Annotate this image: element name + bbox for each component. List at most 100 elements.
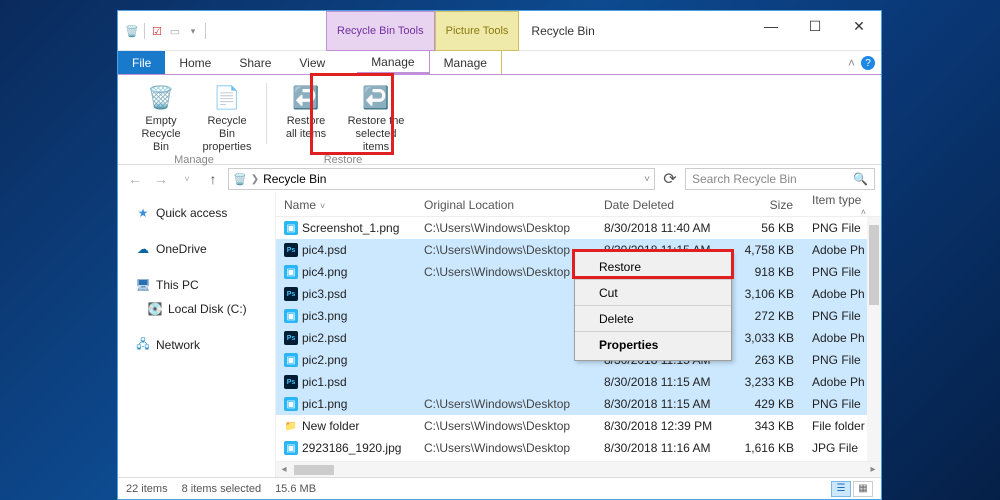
view-details-button[interactable]: ☰ — [831, 481, 851, 497]
ritem-label: Recycle Bin — [132, 128, 190, 154]
tab-file[interactable]: File — [118, 51, 165, 74]
breadcrumb-location[interactable]: Recycle Bin — [263, 172, 326, 186]
address-field[interactable]: 🗑️ ❯ Recycle Bin ˅ — [228, 168, 655, 190]
col-name[interactable]: Name˅ — [276, 198, 416, 212]
sidebar-onedrive[interactable]: ☁ OneDrive — [118, 237, 275, 261]
horizontal-scrollbar[interactable]: ◂ ▸ — [276, 461, 881, 477]
col-original-location[interactable]: Original Location — [416, 198, 596, 212]
sidebar-local-disk[interactable]: 💽 Local Disk (C:) — [118, 297, 275, 321]
minimize-button[interactable]: — — [749, 11, 793, 41]
tutorial-callout-ribbon — [310, 73, 394, 155]
up-button[interactable]: ↑ — [202, 168, 224, 190]
vertical-scrollbar[interactable] — [867, 217, 881, 461]
file-original-location: C:\Users\Windows\Desktop — [416, 265, 596, 279]
ctx-delete[interactable]: Delete — [575, 306, 731, 332]
file-type: PNG File — [804, 265, 867, 279]
disk-icon: 💽 — [148, 302, 162, 316]
file-type: PNG File — [804, 353, 867, 367]
empty-bin-icon: 🗑️ — [145, 81, 177, 113]
file-name: pic4.psd — [302, 243, 347, 257]
tab-manage-picture[interactable]: Manage — [430, 51, 502, 74]
file-row[interactable]: ▣pic1.pngC:\Users\Windows\Desktop8/30/20… — [276, 393, 881, 415]
file-original-location: C:\Users\Windows\Desktop — [416, 419, 596, 433]
file-size: 4,758 KB — [732, 243, 804, 257]
refresh-button[interactable]: ⟳ — [659, 169, 681, 189]
sidebar-item-label: This PC — [156, 278, 199, 292]
new-folder-icon[interactable]: ▭ — [167, 23, 183, 39]
forward-button[interactable]: → — [150, 168, 172, 190]
properties-icon[interactable]: ☑ — [149, 23, 165, 39]
col-item-type[interactable]: Item type˄ — [804, 193, 867, 217]
sidebar-network[interactable]: 🖧 Network — [118, 333, 275, 357]
file-size: 918 KB — [732, 265, 804, 279]
sort-indicator-icon: ˅ — [320, 201, 325, 211]
ctx-properties[interactable]: Properties — [575, 332, 731, 358]
file-date-deleted: 8/30/2018 11:40 AM — [596, 221, 732, 235]
explorer-body: ★ Quick access ☁ OneDrive 🖥 This PC 💽 Lo… — [118, 193, 881, 477]
address-dropdown-icon[interactable]: ˅ — [644, 174, 650, 185]
file-type-icon: Ps — [284, 243, 298, 257]
ribbon: 🗑️ Empty Recycle Bin 📄 Recycle Bin prope… — [118, 75, 881, 165]
status-selection-size: 15.6 MB — [275, 483, 316, 495]
file-size: 343 KB — [732, 419, 804, 433]
file-row[interactable]: ▣Screenshot_1.pngC:\Users\Windows\Deskto… — [276, 217, 881, 239]
file-name: pic2.png — [302, 353, 347, 367]
file-original-location: C:\Users\Windows\Desktop — [416, 243, 596, 257]
titlebar: 🗑️ ☑ ▭ ▾ Recycle Bin Tools Picture Tools… — [118, 11, 881, 51]
file-original-location: C:\Users\Windows\Desktop — [416, 441, 596, 455]
file-size: 3,033 KB — [732, 331, 804, 345]
tab-share[interactable]: Share — [225, 51, 285, 74]
recycle-bin-properties-button[interactable]: 📄 Recycle Bin properties — [198, 79, 256, 154]
file-size: 3,233 KB — [732, 375, 804, 389]
picture-tools-tab[interactable]: Picture Tools — [435, 11, 520, 51]
close-button[interactable]: ✕ — [837, 11, 881, 41]
sidebar-this-pc[interactable]: 🖥 This PC — [118, 273, 275, 297]
file-type-icon: Ps — [284, 331, 298, 345]
file-size: 56 KB — [732, 221, 804, 235]
file-row[interactable]: 📁New folderC:\Users\Windows\Desktop8/30/… — [276, 415, 881, 437]
tab-manage-recyclebin[interactable]: Manage — [357, 51, 429, 74]
tab-view[interactable]: View — [285, 51, 339, 74]
search-placeholder: Search Recycle Bin — [692, 172, 797, 186]
navigation-sidebar: ★ Quick access ☁ OneDrive 🖥 This PC 💽 Lo… — [118, 193, 276, 477]
col-size[interactable]: Size — [732, 198, 804, 212]
ctx-cut[interactable]: Cut — [575, 280, 731, 306]
explorer-window: 🗑️ ☑ ▭ ▾ Recycle Bin Tools Picture Tools… — [117, 10, 882, 500]
hscroll-right[interactable]: ▸ — [865, 464, 881, 475]
hscroll-left[interactable]: ◂ — [276, 464, 292, 475]
properties-sheet-icon: 📄 — [211, 81, 243, 113]
column-headers: Name˅ Original Location Date Deleted Siz… — [276, 193, 881, 217]
status-item-count: 22 items — [126, 483, 168, 495]
file-type: Adobe Ph — [804, 287, 867, 301]
back-button[interactable]: ← — [124, 168, 146, 190]
sidebar-item-label: Quick access — [156, 206, 227, 220]
star-icon: ★ — [136, 206, 150, 220]
history-dropdown[interactable]: ˅ — [176, 168, 198, 190]
maximize-button[interactable]: ☐ — [793, 11, 837, 41]
col-date-deleted[interactable]: Date Deleted — [596, 198, 732, 212]
view-large-icons-button[interactable]: ▦ — [853, 481, 873, 497]
tab-home[interactable]: Home — [165, 51, 225, 74]
file-row[interactable]: ▣2923186_1920.jpgC:\Users\Windows\Deskto… — [276, 437, 881, 459]
file-original-location: C:\Users\Windows\Desktop — [416, 397, 596, 411]
sidebar-quick-access[interactable]: ★ Quick access — [118, 201, 275, 225]
help-icon[interactable]: ? — [861, 56, 875, 70]
search-box[interactable]: Search Recycle Bin 🔍 — [685, 168, 875, 190]
recycle-bin-tools-tab[interactable]: Recycle Bin Tools — [326, 11, 435, 51]
vscroll-thumb[interactable] — [869, 225, 879, 305]
sidebar-item-label: Local Disk (C:) — [168, 302, 247, 316]
sidebar-item-label: Network — [156, 338, 200, 352]
file-type-icon: ▣ — [284, 441, 298, 455]
file-type-icon: ▣ — [284, 265, 298, 279]
collapse-ribbon-icon[interactable]: ˄ — [848, 56, 855, 70]
empty-recycle-bin-button[interactable]: 🗑️ Empty Recycle Bin — [132, 79, 190, 154]
hscroll-thumb[interactable] — [294, 465, 334, 475]
file-date-deleted: 8/30/2018 11:16 AM — [596, 441, 732, 455]
qat-dropdown-icon[interactable]: ▾ — [185, 23, 201, 39]
ctx-restore[interactable]: Restore — [575, 254, 731, 280]
file-name: pic2.psd — [302, 331, 347, 345]
file-original-location: C:\Users\Windows\Desktop — [416, 221, 596, 235]
ribbon-group-manage: 🗑️ Empty Recycle Bin 📄 Recycle Bin prope… — [126, 79, 262, 160]
file-type-icon: ▣ — [284, 397, 298, 411]
file-row[interactable]: Pspic1.psd8/30/2018 11:15 AM3,233 KBAdob… — [276, 371, 881, 393]
